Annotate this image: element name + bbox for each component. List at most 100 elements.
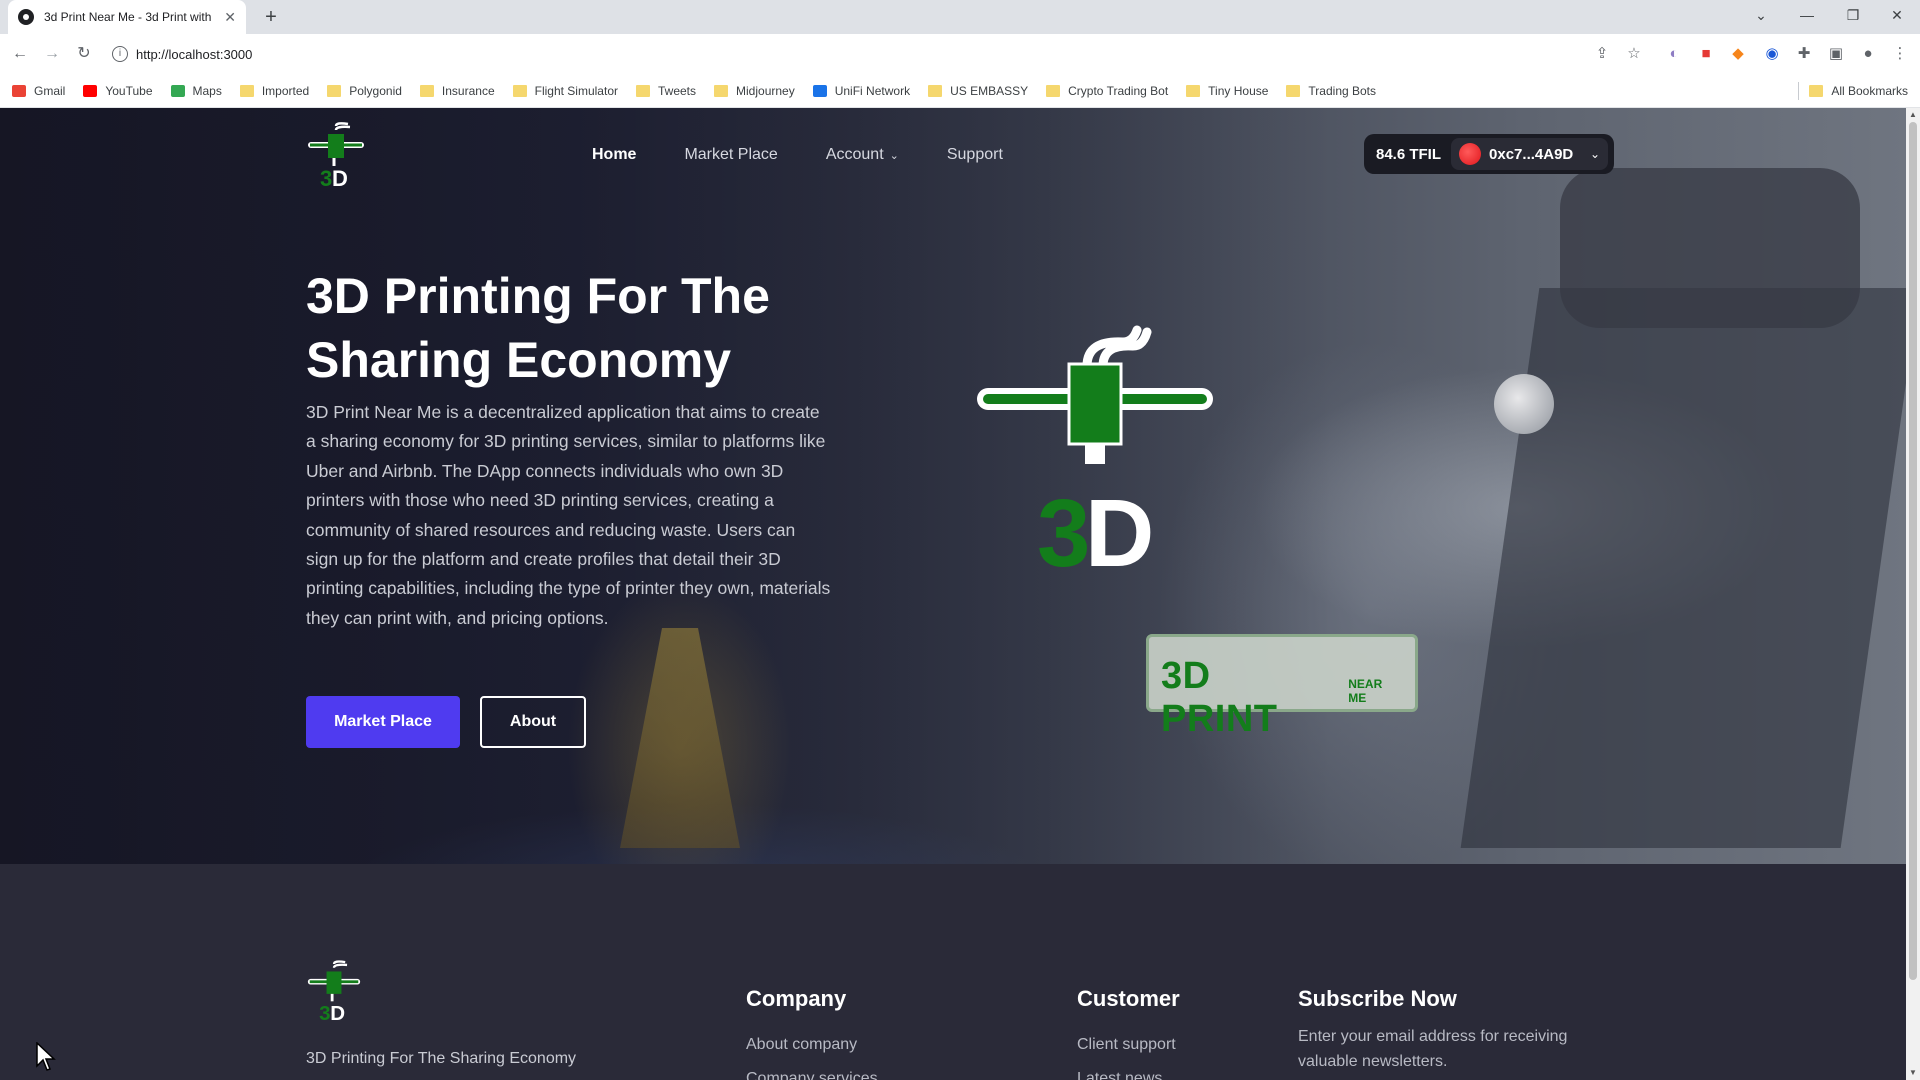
metamask-icon[interactable]: ◆ bbox=[1728, 44, 1748, 64]
bookmark-label: Trading Bots bbox=[1308, 83, 1377, 98]
unifi-icon bbox=[812, 84, 827, 97]
wallet-widget[interactable]: 84.6 TFIL 0xc7...4A9D ⌄ bbox=[1364, 134, 1614, 174]
bookmarks-separator bbox=[1798, 82, 1800, 100]
forward-icon[interactable]: → bbox=[38, 40, 66, 68]
scrollbar-thumb[interactable] bbox=[1909, 122, 1917, 980]
bookmark-label: Crypto Trading Bot bbox=[1068, 83, 1169, 98]
bookmark-label: Gmail bbox=[34, 83, 66, 98]
wallet-account-button[interactable]: 0xc7...4A9D ⌄ bbox=[1451, 138, 1608, 170]
bookmark-unifi-network[interactable]: UniFi Network bbox=[812, 83, 911, 98]
main-nav: Home Market Place Account ⌄ Support bbox=[592, 144, 1051, 167]
nav-account[interactable]: Account ⌄ bbox=[826, 144, 899, 167]
reload-icon[interactable]: ↻ bbox=[70, 40, 98, 68]
wallet-balance: 84.6 TFIL bbox=[1376, 145, 1442, 163]
bookmark-label: Tweets bbox=[658, 83, 697, 98]
all-bookmarks-button[interactable]: All Bookmarks bbox=[1798, 74, 1908, 108]
footer-link-latest-news[interactable]: Latest news bbox=[1077, 1070, 1162, 1080]
site-footer: 3 D 3D Printing For The Sharing Economy … bbox=[0, 864, 1906, 1080]
nav-support[interactable]: Support bbox=[947, 144, 1003, 167]
nav-home[interactable]: Home bbox=[592, 144, 636, 167]
tab-close-icon[interactable]: ✕ bbox=[224, 9, 236, 26]
bookmark-label: Insurance bbox=[441, 83, 495, 98]
extension-blue-icon[interactable]: ◉ bbox=[1762, 44, 1782, 64]
folder-icon bbox=[928, 84, 943, 97]
svg-text:3: 3 bbox=[320, 166, 332, 190]
bookmark-gmail[interactable]: Gmail bbox=[12, 84, 65, 98]
footer-subscribe-text: Enter your email address for receiving v… bbox=[1298, 1028, 1568, 1070]
nav-market-place[interactable]: Market Place bbox=[684, 144, 777, 167]
bookmark-label: YouTube bbox=[105, 83, 153, 98]
folder-icon bbox=[1046, 84, 1061, 97]
extensions-puzzle-icon[interactable]: ✚ bbox=[1794, 44, 1814, 64]
side-panel-icon[interactable]: ▣ bbox=[1826, 44, 1846, 64]
bookmark-label: Midjourney bbox=[736, 83, 795, 98]
bookmark-us-embassy[interactable]: US EMBASSY bbox=[928, 84, 1028, 98]
scroll-down-icon[interactable]: ▼ bbox=[1906, 1066, 1920, 1080]
back-icon[interactable]: ← bbox=[6, 40, 34, 68]
extension-icon[interactable]: ◐ bbox=[1664, 44, 1684, 64]
bookmark-tiny-house[interactable]: Tiny House bbox=[1186, 84, 1268, 98]
site-logo[interactable]: 3 D bbox=[306, 122, 366, 190]
profile-icon[interactable]: ● bbox=[1858, 44, 1878, 64]
folder-icon bbox=[419, 84, 434, 97]
bookmark-crypto-trading-bot[interactable]: Crypto Trading Bot bbox=[1046, 84, 1168, 98]
web-page: 3 D Home Market Place Account ⌄ Support 8… bbox=[0, 108, 1920, 1080]
menu-kebab-icon[interactable]: ⋮ bbox=[1890, 44, 1910, 64]
folder-icon bbox=[1286, 84, 1301, 97]
url-text: http://localhost:3000 bbox=[136, 46, 253, 62]
svg-text:3: 3 bbox=[1037, 480, 1090, 582]
bookmark-maps[interactable]: Maps bbox=[170, 83, 222, 98]
bookmark-label: Polygonid bbox=[349, 83, 402, 98]
bookmark-label: Flight Simulator bbox=[534, 83, 618, 98]
scroll-up-icon[interactable]: ▲ bbox=[1906, 108, 1920, 122]
youtube-icon bbox=[83, 84, 98, 97]
bookmark-tweets[interactable]: Tweets bbox=[636, 84, 696, 98]
footer-company-heading: Company bbox=[746, 986, 847, 1011]
bookmark-label: Tiny House bbox=[1208, 83, 1269, 98]
badge-subtitle: NEAR ME bbox=[1348, 677, 1383, 705]
footer-link-about-company[interactable]: About company bbox=[746, 1036, 857, 1054]
share-icon[interactable]: ⇪ bbox=[1592, 44, 1612, 64]
folder-icon bbox=[239, 84, 254, 97]
bookmark-insurance[interactable]: Insurance bbox=[419, 83, 495, 98]
tab-search-icon[interactable]: ⌄ bbox=[1738, 0, 1784, 30]
bookmark-polygonid[interactable]: Polygonid bbox=[327, 84, 402, 98]
bookmark-star-icon[interactable]: ☆ bbox=[1624, 44, 1644, 64]
folder-icon bbox=[1809, 85, 1824, 97]
browser-tab[interactable]: 3d Print Near Me - 3d Print with ✕ bbox=[8, 0, 246, 34]
bookmarks-bar: Gmail YouTube Maps Imported Polygonid Insuran… bbox=[0, 74, 1920, 108]
bookmark-label: US EMBASSY bbox=[950, 83, 1029, 98]
bookmark-label: Maps bbox=[192, 83, 222, 98]
close-window-button[interactable]: ✕ bbox=[1874, 0, 1920, 30]
bookmark-imported[interactable]: Imported bbox=[239, 84, 309, 98]
footer-link-client-support[interactable]: Client support bbox=[1077, 1036, 1176, 1054]
new-tab-button[interactable]: + bbox=[258, 4, 284, 30]
about-button[interactable]: About bbox=[480, 696, 586, 748]
page-scrollbar[interactable]: ▲ ▼ bbox=[1906, 108, 1920, 1080]
browser-toolbar: ← → ↻ i http://localhost:3000 ⇪ ☆ ◐ ■ ◆ … bbox=[0, 34, 1920, 74]
folder-icon bbox=[512, 84, 527, 97]
minimize-button[interactable]: — bbox=[1784, 0, 1830, 30]
wallet-address: 0xc7...4A9D bbox=[1489, 145, 1574, 163]
footer-logo[interactable]: 3 D bbox=[306, 960, 362, 1024]
extension-red-icon[interactable]: ■ bbox=[1696, 44, 1716, 64]
svg-text:D: D bbox=[1085, 480, 1154, 582]
hero-description: 3D Print Near Me is a decentralized appl… bbox=[306, 402, 831, 628]
bookmark-flight-simulator[interactable]: Flight Simulator bbox=[512, 83, 618, 98]
bookmark-youtube[interactable]: YouTube bbox=[83, 83, 153, 98]
folder-icon bbox=[714, 84, 729, 97]
bookmark-midjourney[interactable]: Midjourney bbox=[714, 84, 795, 98]
address-bar[interactable]: i http://localhost:3000 bbox=[112, 38, 1592, 70]
gmail-icon bbox=[12, 84, 26, 97]
market-place-button[interactable]: Market Place bbox=[306, 696, 460, 748]
bookmark-label: UniFi Network bbox=[834, 83, 911, 98]
svg-text:3: 3 bbox=[319, 1002, 330, 1024]
chevron-down-icon: ⌄ bbox=[1589, 147, 1600, 161]
bookmark-trading-bots[interactable]: Trading Bots bbox=[1286, 84, 1376, 98]
site-info-icon[interactable]: i bbox=[112, 46, 128, 62]
badge-title: 3D PRINT bbox=[1161, 655, 1278, 740]
restore-button[interactable]: ❐ bbox=[1830, 0, 1876, 30]
footer-link-company-services[interactable]: Company services bbox=[746, 1070, 878, 1080]
all-bookmarks-label: All Bookmarks bbox=[1831, 84, 1908, 98]
tab-title: 3d Print Near Me - 3d Print with bbox=[44, 10, 212, 24]
